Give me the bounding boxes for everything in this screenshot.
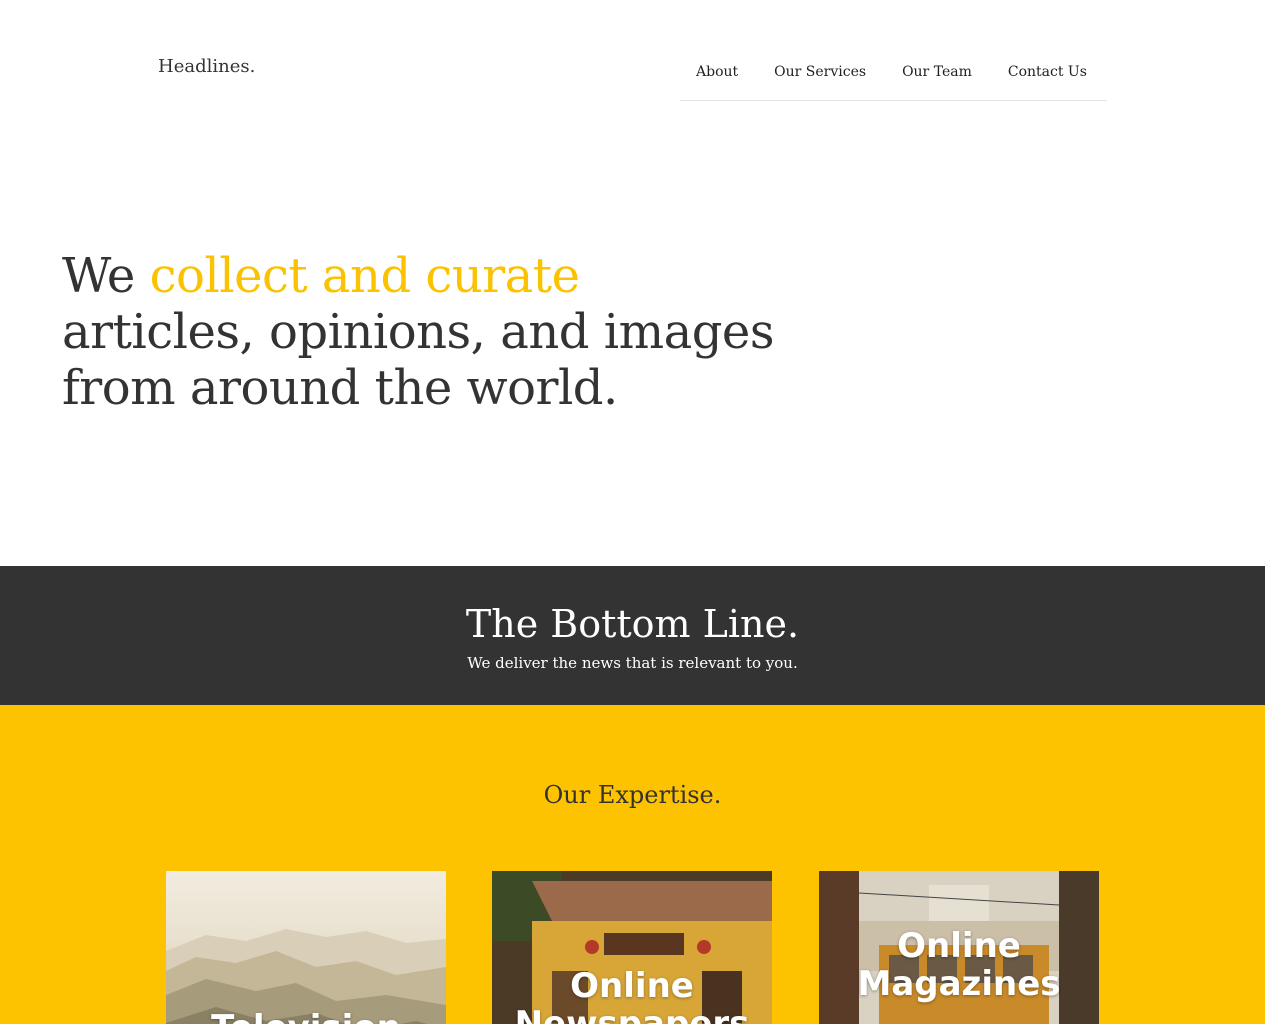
bottom-line-section: The Bottom Line. We deliver the news tha… bbox=[0, 566, 1265, 705]
hero-line-1: We collect and curate bbox=[62, 248, 882, 304]
expertise-card-online-newspapers[interactable]: Online Newspapers bbox=[492, 871, 772, 1024]
mountain-image bbox=[166, 929, 446, 1024]
expertise-card-television[interactable]: Television bbox=[166, 871, 446, 1024]
hero-line-3: from around the world. bbox=[62, 360, 618, 416]
expertise-card-online-magazines[interactable]: Online Magazines bbox=[819, 871, 1099, 1024]
bottom-line-title: The Bottom Line. bbox=[465, 602, 800, 646]
hero-accent-text: collect and curate bbox=[149, 248, 580, 304]
hero-prefix: We bbox=[62, 248, 150, 304]
card-label-online-newspapers: Online Newspapers bbox=[514, 966, 750, 1024]
expertise-title: Our Expertise. bbox=[543, 781, 722, 809]
nav-services-link[interactable]: Our Services bbox=[774, 56, 866, 100]
hero-headline: We collect and curate articles, opinions… bbox=[62, 248, 882, 416]
main-nav: About Our Services Our Team Contact Us bbox=[680, 56, 1107, 101]
card-label-television: Television bbox=[166, 1009, 446, 1024]
nav-about-link[interactable]: About bbox=[696, 56, 738, 100]
hero-line-2: articles, opinions, and images bbox=[62, 304, 774, 360]
site-logo[interactable]: Headlines. bbox=[158, 56, 255, 77]
site-header: Headlines. About Our Services Our Team C… bbox=[0, 0, 1265, 110]
bottom-line-subtitle: We deliver the news that is relevant to … bbox=[467, 654, 798, 672]
expertise-section: Our Expertise. Television Online Newspa bbox=[0, 705, 1265, 1024]
nav-team-link[interactable]: Our Team bbox=[902, 56, 972, 100]
nav-contact-link[interactable]: Contact Us bbox=[1008, 56, 1087, 100]
card-label-online-magazines: Online Magazines bbox=[857, 926, 1061, 1004]
